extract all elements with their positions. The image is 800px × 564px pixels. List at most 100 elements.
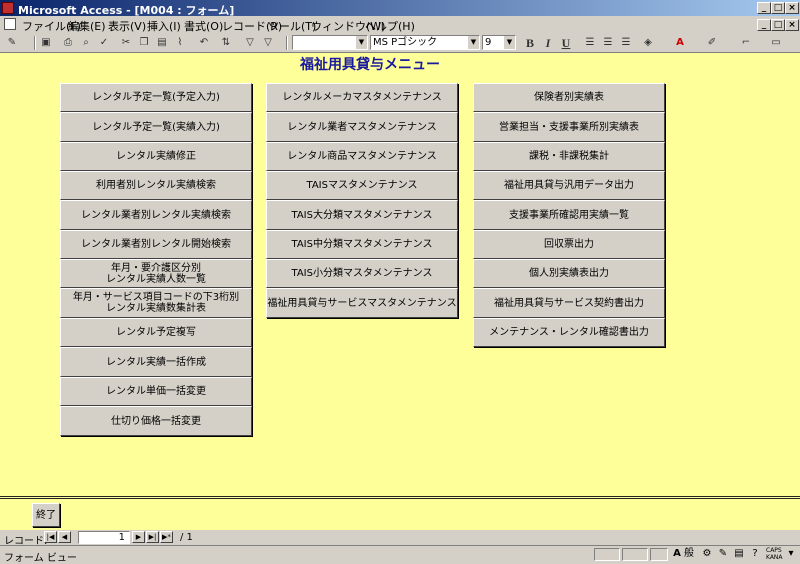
rental-schedule-list-actual-button[interactable]: レンタル予定一覧(実績入力) xyxy=(60,112,252,142)
save-icon[interactable]: ▣ xyxy=(38,36,54,50)
formatting-toolbar: ✎ ▣ ⎙ ⌕ ✓ ✂ ❐ ▤ ⌇ ↶ ⇅ ▽ ▽ ▼ MS Pゴシック ▼ 9 ▼… xyxy=(0,34,800,53)
doc-restore-button[interactable]: □ xyxy=(771,19,785,31)
menu-format[interactable]: 書式(O) xyxy=(184,18,223,34)
filter-icon[interactable]: ▽ xyxy=(260,36,276,50)
menu-insert[interactable]: 挿入(I) xyxy=(147,18,181,34)
doc-close-button[interactable]: × xyxy=(785,19,799,31)
status-bar: フォーム ビュー A 般 ⚙ ✎ ▤ ? CAPS KANA ▾ xyxy=(0,545,800,564)
fill-color-icon[interactable]: ◈ xyxy=(640,36,656,50)
form-footer: 終了 xyxy=(0,496,800,530)
menu-edit[interactable]: 編集(E) xyxy=(68,18,106,34)
print-preview-icon[interactable]: ⌕ xyxy=(78,36,94,50)
insurer-report-button[interactable]: 保険者別実績表 xyxy=(473,83,665,112)
service-master-button[interactable]: 福祉用具貸与サービスマスタメンテナンス xyxy=(266,288,458,318)
rental-schedule-list-planned-button[interactable]: レンタル予定一覧(予定入力) xyxy=(60,83,252,112)
border-width-icon[interactable]: ⌐ xyxy=(738,36,754,50)
support-office-list-button[interactable]: 支援事業所確認用実績一覧 xyxy=(473,200,665,230)
user-rental-search-button[interactable]: 利用者別レンタル実績検索 xyxy=(60,171,252,200)
record-navigator: レコード: |◀ ◀ 1 ▶ ▶| ▶* / 1 xyxy=(0,530,800,547)
last-record-button[interactable]: ▶| xyxy=(146,531,159,543)
align-right-icon[interactable]: ☰ xyxy=(618,36,634,50)
align-left-icon[interactable]: ☰ xyxy=(582,36,598,50)
align-center-icon[interactable]: ☰ xyxy=(600,36,616,50)
collection-slip-button[interactable]: 回収票出力 xyxy=(473,230,665,259)
previous-record-button[interactable]: ◀ xyxy=(58,531,71,543)
caps-kana-indicator: CAPS KANA xyxy=(766,547,783,561)
title-bar: Microsoft Access - [M004 : フォーム] _ □ × xyxy=(0,0,800,17)
form-icon[interactable] xyxy=(4,18,16,30)
access-key-icon[interactable] xyxy=(2,2,14,14)
menu-bar: ファイル(F) 編集(E) 表示(V) 挿入(I) 書式(O) レコード(R) … xyxy=(0,16,800,34)
form-body: 福祉用具貸与メニュー レンタル予定一覧(予定入力) レンタル予定一覧(実績入力)… xyxy=(0,53,800,496)
chevron-down-icon: ▼ xyxy=(504,36,515,49)
menu-view[interactable]: 表示(V) xyxy=(108,18,146,34)
rental-bulk-create-button[interactable]: レンタル実績一括作成 xyxy=(60,347,252,377)
generic-data-export-button[interactable]: 福祉用具貸与汎用データ出力 xyxy=(473,171,665,200)
minimize-button[interactable]: _ xyxy=(757,2,771,14)
status-panel xyxy=(594,548,620,561)
record-total: / 1 xyxy=(180,532,193,543)
special-effect-icon[interactable]: ▭ xyxy=(768,36,784,50)
current-record-input[interactable]: 1 xyxy=(78,531,130,544)
maker-master-button[interactable]: レンタルメーカマスタメンテナンス xyxy=(266,83,458,112)
status-panel xyxy=(622,548,648,561)
vendor-rental-search-button[interactable]: レンタル業者別レンタル実績検索 xyxy=(60,200,252,230)
menu-help[interactable]: ヘルプ(H) xyxy=(365,18,415,34)
maximize-button[interactable]: □ xyxy=(771,2,785,14)
ime-a-icon[interactable]: A xyxy=(670,547,684,561)
ime-dictionary-icon[interactable]: ▤ xyxy=(732,547,746,561)
next-record-button[interactable]: ▶ xyxy=(132,531,145,543)
sort-icon[interactable]: ⇅ xyxy=(218,36,234,50)
contract-output-button[interactable]: 福祉用具貸与サービス契約書出力 xyxy=(473,288,665,318)
ime-options-icon[interactable]: ▾ xyxy=(784,547,798,561)
tais-major-category-button[interactable]: TAIS大分類マスタメンテナンス xyxy=(266,200,458,230)
format-painter-icon[interactable]: ⌇ xyxy=(172,36,188,50)
spelling-icon[interactable]: ✓ xyxy=(96,36,112,50)
tais-minor-category-button[interactable]: TAIS小分類マスタメンテナンス xyxy=(266,259,458,288)
doc-minimize-button[interactable]: _ xyxy=(757,19,771,31)
form-title: 福祉用具貸与メニュー xyxy=(300,57,440,73)
filter-by-selection-icon[interactable]: ▽ xyxy=(242,36,258,50)
ime-pad-icon[interactable]: ✎ xyxy=(716,547,730,561)
ime-help-icon[interactable]: ? xyxy=(748,547,762,561)
close-button[interactable]: × xyxy=(785,2,799,14)
bold-button[interactable]: B xyxy=(522,36,538,50)
font-size-combo[interactable]: 9 ▼ xyxy=(482,35,516,50)
sales-office-report-button[interactable]: 営業担当・支援事業所別実績表 xyxy=(473,112,665,142)
rental-price-bulk-update-button[interactable]: レンタル単価一括変更 xyxy=(60,377,252,406)
vendor-master-button[interactable]: レンタル業者マスタメンテナンス xyxy=(266,112,458,142)
line-color-icon[interactable]: ✐ xyxy=(704,36,720,50)
first-record-button[interactable]: |◀ xyxy=(44,531,57,543)
wholesale-price-bulk-update-button[interactable]: 仕切り価格一括変更 xyxy=(60,406,252,436)
cut-icon[interactable]: ✂ xyxy=(118,36,134,50)
underline-button[interactable]: U xyxy=(558,36,574,50)
ime-tool-icon[interactable]: ⚙ xyxy=(700,547,714,561)
rental-schedule-copy-button[interactable]: レンタル予定複写 xyxy=(60,318,252,347)
exit-button[interactable]: 終了 xyxy=(32,503,60,527)
maintenance-confirmation-button[interactable]: メンテナンス・レンタル確認書出力 xyxy=(473,318,665,347)
view-icon[interactable]: ✎ xyxy=(4,36,20,50)
care-level-count-list-button[interactable]: 年月・要介護区分別 レンタル実績人数一覧 xyxy=(60,259,252,288)
tais-middle-category-button[interactable]: TAIS中分類マスタメンテナンス xyxy=(266,230,458,259)
tais-master-button[interactable]: TAISマスタメンテナンス xyxy=(266,171,458,200)
ime-mode-label[interactable]: 般 xyxy=(684,547,694,561)
service-code-summary-button[interactable]: 年月・サービス項目コードの下3桁別 レンタル実績数集計表 xyxy=(60,288,252,318)
rental-actual-correction-button[interactable]: レンタル実績修正 xyxy=(60,142,252,171)
chevron-down-icon: ▼ xyxy=(468,36,479,49)
vendor-rental-start-search-button[interactable]: レンタル業者別レンタル開始検索 xyxy=(60,230,252,259)
menu-tools[interactable]: ツール(T) xyxy=(268,18,316,34)
status-panel xyxy=(650,548,668,561)
paste-icon[interactable]: ▤ xyxy=(154,36,170,50)
print-icon[interactable]: ⎙ xyxy=(60,36,76,50)
product-master-button[interactable]: レンタル商品マスタメンテナンス xyxy=(266,142,458,171)
chevron-down-icon: ▼ xyxy=(356,36,367,49)
font-color-icon[interactable]: A xyxy=(672,36,688,50)
object-combo[interactable]: ▼ xyxy=(292,35,368,50)
new-record-button[interactable]: ▶* xyxy=(160,531,173,543)
font-name-combo[interactable]: MS Pゴシック ▼ xyxy=(370,35,480,50)
tax-summary-button[interactable]: 課税・非課税集計 xyxy=(473,142,665,171)
individual-report-button[interactable]: 個人別実績表出力 xyxy=(473,259,665,288)
copy-icon[interactable]: ❐ xyxy=(136,36,152,50)
italic-button[interactable]: I xyxy=(540,36,556,50)
undo-icon[interactable]: ↶ xyxy=(196,36,212,50)
